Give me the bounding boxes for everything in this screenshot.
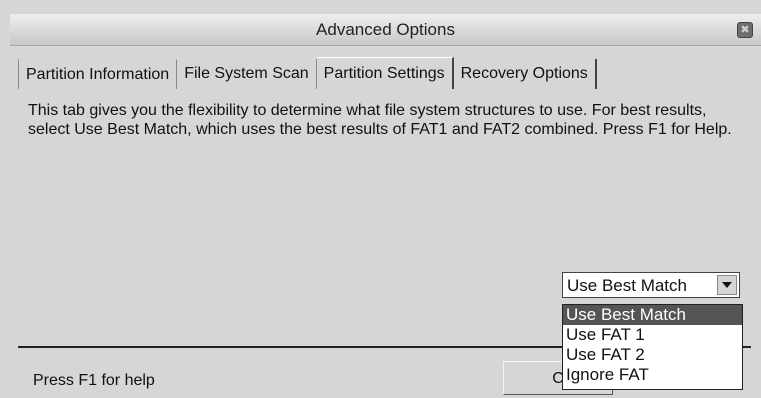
option-use-best-match[interactable]: Use Best Match (563, 305, 742, 325)
tab-file-system-scan[interactable]: File System Scan (177, 59, 317, 89)
advanced-options-dialog: Advanced Options ✖ Partition Information… (0, 0, 761, 398)
tab-strip: Partition Information File System Scan P… (18, 57, 597, 89)
dropdown-arrow-button[interactable] (717, 275, 737, 295)
dropdown-list: Use Best Match Use FAT 1 Use FAT 2 Ignor… (562, 304, 743, 390)
close-button[interactable]: ✖ (737, 22, 753, 38)
close-icon: ✖ (740, 24, 750, 36)
option-use-fat-2[interactable]: Use FAT 2 (563, 345, 742, 365)
title-bar[interactable]: Advanced Options ✖ (10, 14, 761, 46)
chevron-down-icon (722, 282, 732, 288)
select-current-value: Use Best Match (567, 276, 687, 295)
file-system-select[interactable]: Use Best Match (562, 272, 740, 298)
option-ignore-fat[interactable]: Ignore FAT (563, 365, 742, 385)
tab-partition-settings[interactable]: Partition Settings (316, 57, 454, 89)
status-text: Press F1 for help (33, 372, 155, 389)
window-title: Advanced Options (316, 20, 455, 39)
tab-description: This tab gives you the flexibility to de… (28, 102, 732, 138)
option-use-fat-1[interactable]: Use FAT 1 (563, 325, 742, 345)
tab-partition-information[interactable]: Partition Information (18, 59, 178, 89)
tab-recovery-options[interactable]: Recovery Options (454, 59, 597, 89)
